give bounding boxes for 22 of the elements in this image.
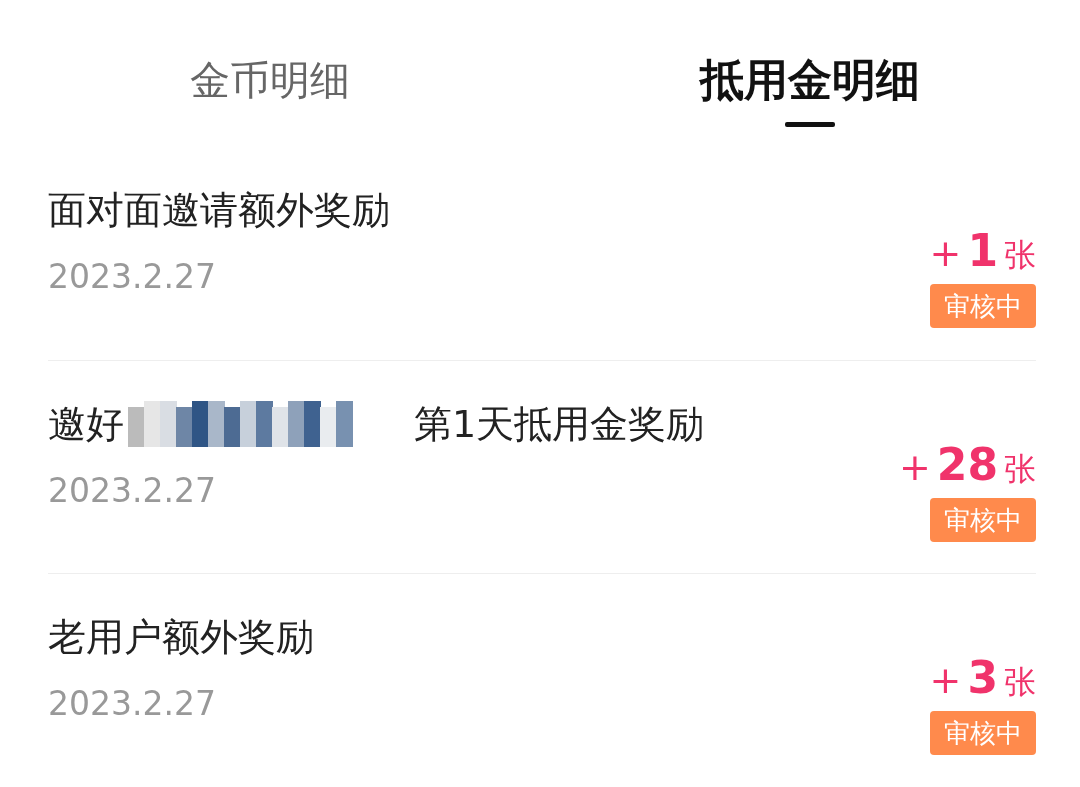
record-title: 面对面邀请额外奖励 <box>48 187 390 235</box>
status-badge: 审核中 <box>930 284 1036 329</box>
tab-indicator <box>785 122 835 127</box>
status-badge: 审核中 <box>930 710 1036 755</box>
record-date: 2023.2.27 <box>48 256 217 299</box>
record-title: 第1天抵用金奖励 <box>414 400 705 448</box>
record-title: 邀好 <box>48 400 124 448</box>
amount: 28 <box>936 438 998 490</box>
amount: 1 <box>967 225 998 277</box>
unit-label: 张 <box>1004 661 1036 703</box>
unit-label: 张 <box>1004 448 1036 490</box>
plus-sign: + <box>929 231 962 276</box>
status-badge: 审核中 <box>930 497 1036 542</box>
tab[interactable]: 金币明细 <box>190 52 350 108</box>
unit-label: 张 <box>1004 235 1036 277</box>
plus-sign: + <box>898 444 931 489</box>
plus-sign: + <box>929 657 962 702</box>
amount: 3 <box>967 651 998 703</box>
tab[interactable]: 抵用金明细 <box>700 52 920 108</box>
record-title: 老用户额外奖励 <box>48 613 314 661</box>
record-date: 2023.2.27 <box>48 682 217 725</box>
record-date: 2023.2.27 <box>48 469 217 512</box>
